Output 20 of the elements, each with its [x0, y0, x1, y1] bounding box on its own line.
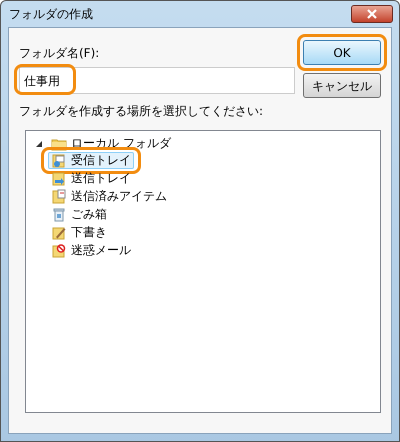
tree-item[interactable]: 下書き — [48, 224, 110, 241]
folder-prohibited-icon — [51, 242, 67, 258]
tree-item[interactable]: 迷惑メール — [48, 242, 134, 259]
expand-arrow-icon[interactable] — [34, 138, 44, 148]
folder-name-label: フォルダ名(F): — [19, 45, 100, 62]
close-button[interactable] — [351, 5, 393, 23]
tree-item[interactable]: ごみ箱 — [48, 206, 110, 223]
tree-item[interactable]: 受信トレイ — [48, 152, 134, 169]
close-icon — [367, 9, 377, 19]
tree-item[interactable]: 送信済みアイテム — [48, 188, 170, 205]
folder-document-icon — [51, 188, 67, 204]
tree-item[interactable]: 送信トレイ — [48, 170, 134, 187]
folder-pencil-icon — [51, 224, 67, 240]
dialog-button[interactable]: OK — [303, 40, 381, 65]
dialog-button[interactable]: キャンセル — [303, 73, 381, 98]
trash-icon — [51, 206, 67, 222]
location-label: フォルダを作成する場所を選択してください: — [19, 103, 264, 120]
folder-name-field[interactable]: 仕事用 — [19, 67, 295, 94]
folder-envelope-icon — [51, 152, 67, 168]
window-title: フォルダの作成 — [9, 6, 93, 23]
